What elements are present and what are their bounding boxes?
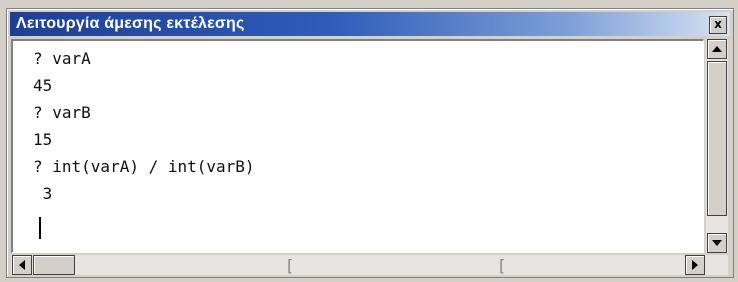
bracket-mark: [ xyxy=(499,256,506,275)
scroll-down-button[interactable] xyxy=(707,233,727,253)
editor-line: 3 xyxy=(33,184,53,203)
horizontal-scrollbar[interactable]: [ [ xyxy=(11,255,728,275)
bracket-mark: [ xyxy=(287,256,294,275)
editor-line: ? int(varA) / int(varB) xyxy=(33,157,255,176)
vertical-scroll-thumb[interactable] xyxy=(707,61,727,216)
close-icon: x xyxy=(714,17,722,31)
text-cursor xyxy=(39,217,41,239)
editor-line: ? varA xyxy=(33,49,91,68)
arrow-right-icon xyxy=(692,260,698,270)
immediate-window: Λειτουργία άμεσης εκτέλεσης x ? varA 45 … xyxy=(6,8,734,278)
title-bar[interactable]: Λειτουργία άμεσης εκτέλεσης x xyxy=(10,12,730,36)
scroll-up-button[interactable] xyxy=(707,39,727,59)
close-button[interactable]: x xyxy=(709,16,727,34)
editor-line: 45 xyxy=(33,76,53,95)
window-title: Λειτουργία άμεσης εκτέλεσης xyxy=(16,15,245,32)
editor-line: ? varB xyxy=(33,103,91,122)
scroll-right-button[interactable] xyxy=(685,255,705,275)
scroll-left-button[interactable] xyxy=(12,255,32,275)
arrow-down-icon xyxy=(712,240,722,246)
vertical-scrollbar[interactable] xyxy=(706,39,728,253)
editor-line: 15 xyxy=(33,130,53,149)
arrow-left-icon xyxy=(19,260,25,270)
immediate-editor[interactable]: ? varA 45 ? varB 15 ? int(varA) / int(va… xyxy=(11,39,704,253)
arrow-up-icon xyxy=(712,46,722,52)
horizontal-scroll-thumb[interactable] xyxy=(33,255,75,275)
